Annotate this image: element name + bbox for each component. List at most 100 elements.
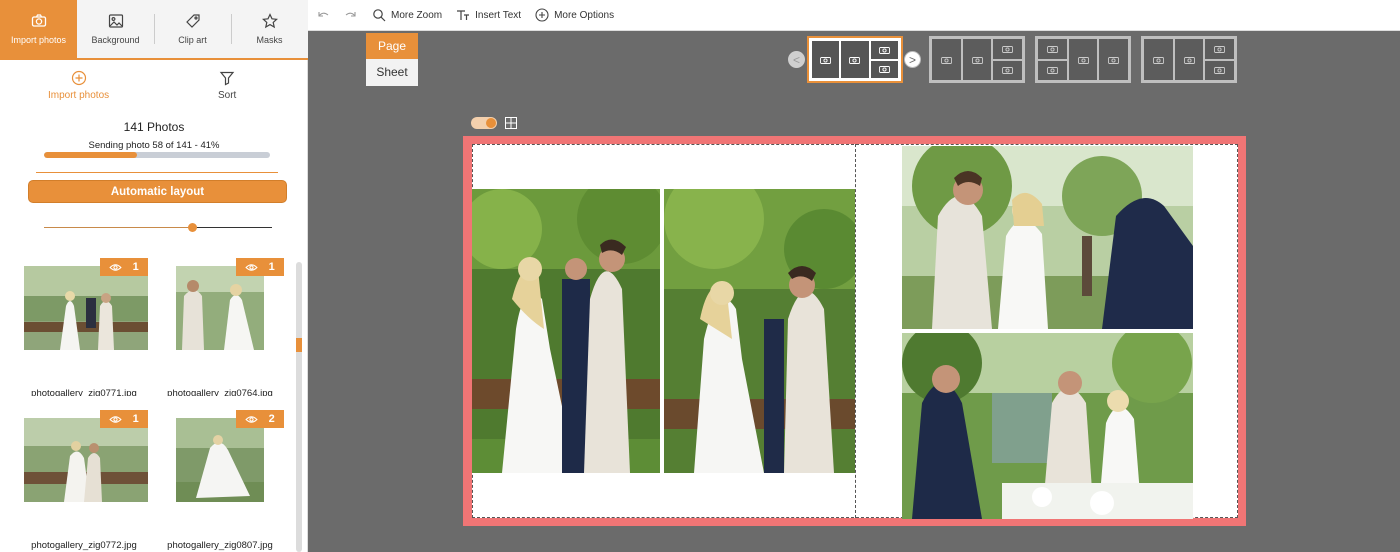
upload-status-text: Sending photo 58 of 141 - 41% <box>88 140 220 151</box>
layout-slot <box>1099 39 1129 80</box>
spread-photo[interactable] <box>664 189 855 473</box>
thumbnail-scrollbar[interactable] <box>296 262 302 552</box>
spread-thumbnail-active[interactable] <box>807 36 903 83</box>
spread-navigator: < > <box>786 34 1246 84</box>
layout-slot <box>993 60 1023 80</box>
spread-fold-line <box>855 144 856 518</box>
spread-photo[interactable] <box>902 146 1193 329</box>
insert-text-button[interactable]: Insert Text <box>456 8 521 22</box>
divider <box>36 172 278 173</box>
layout-slider-handle[interactable] <box>187 223 197 232</box>
insert-text-label: Insert Text <box>475 9 522 21</box>
automatic-layout-button[interactable]: Automatic layout <box>28 180 287 203</box>
star-icon <box>261 13 278 29</box>
layout-slot <box>962 39 992 80</box>
import-photos-button[interactable]: Import photos <box>48 70 109 101</box>
tab-clip-art[interactable]: Clip art <box>154 0 231 58</box>
photo-thumbnail[interactable]: 1 photogallery_zig0764.jpg <box>156 244 284 399</box>
magnifier-icon <box>373 9 386 22</box>
camera-icon <box>31 14 46 27</box>
layout-slot <box>870 41 898 59</box>
tab-import-photos[interactable]: Import photos <box>0 0 77 58</box>
next-spread-button[interactable]: > <box>904 51 921 68</box>
usage-badge: 2 <box>236 410 284 428</box>
undo-icon <box>318 12 329 17</box>
camera-icon <box>1077 56 1089 64</box>
camera-icon <box>1046 45 1058 53</box>
layout-slot <box>1205 60 1235 80</box>
spread-photo[interactable] <box>902 333 1193 519</box>
left-panel: Import photos Background Clip art Masks … <box>0 0 308 552</box>
redo-button[interactable] <box>344 8 358 22</box>
photo-actions: Import photos Sort <box>0 70 308 110</box>
panel-tabs: Import photos Background Clip art Masks <box>0 0 308 60</box>
photo-thumbnail[interactable]: 1 photogallery_zig0772.jpg <box>20 396 148 551</box>
layout-slot-column <box>1205 39 1235 80</box>
import-photos-label: Import photos <box>48 90 110 101</box>
tab-background[interactable]: Background <box>77 0 154 58</box>
usage-count: 1 <box>268 261 275 273</box>
camera-icon <box>878 66 890 74</box>
undo-button[interactable] <box>316 8 330 22</box>
scrollbar-thumb[interactable] <box>296 338 302 352</box>
guides-toggle[interactable] <box>471 117 497 129</box>
layout-slot <box>841 41 869 78</box>
usage-count: 1 <box>132 261 139 273</box>
thumbnail-filename: photogallery_zig0772.jpg <box>31 540 137 551</box>
upload-progress-fill <box>44 152 137 158</box>
previous-spread-button[interactable]: < <box>788 51 805 68</box>
usage-count: 2 <box>268 413 275 425</box>
tab-masks[interactable]: Masks <box>231 0 308 58</box>
album-spread <box>463 136 1246 526</box>
thumbnail-image <box>24 266 148 350</box>
layout-slot <box>870 60 898 78</box>
plus-circle-icon <box>535 8 549 22</box>
photo-thumbnail-list: 1 photogallery_zig0771.jpg 1 photogaller… <box>18 244 290 552</box>
spread-thumbnail[interactable] <box>1035 36 1131 83</box>
more-options-button[interactable]: More Options <box>535 8 614 22</box>
layout-slider-track-remaining[interactable] <box>192 227 272 228</box>
camera-icon <box>820 56 832 64</box>
photo-thumbnail[interactable]: 2 photogallery_zig0807.jpg <box>156 396 284 551</box>
editor-toolbar: More Zoom Insert Text More Options <box>308 0 1400 31</box>
text-icon <box>457 10 470 20</box>
usage-badge: 1 <box>100 258 148 276</box>
camera-icon <box>940 56 952 64</box>
sort-button[interactable]: Sort <box>218 70 236 101</box>
layout-slot-column <box>1038 39 1067 80</box>
eye-icon <box>109 263 122 271</box>
camera-icon <box>1002 67 1014 75</box>
layout-slot <box>1205 39 1235 59</box>
sheet-view-button[interactable]: Sheet <box>366 59 418 86</box>
layout-slot <box>1038 39 1067 59</box>
photo-thumbnail[interactable]: 1 photogallery_zig0771.jpg <box>20 244 148 399</box>
more-zoom-button[interactable]: More Zoom <box>372 8 442 22</box>
spread-photo[interactable] <box>472 189 660 473</box>
layout-slot <box>812 41 840 78</box>
layout-slot <box>1038 60 1067 80</box>
camera-icon <box>1152 56 1164 64</box>
funnel-icon <box>219 71 235 86</box>
grid-icon[interactable] <box>505 117 517 129</box>
thumbnail-filename: photogallery_zig0807.jpg <box>167 540 273 551</box>
camera-icon <box>1214 67 1226 75</box>
layout-slot-column <box>870 41 898 78</box>
spread-thumbnail[interactable] <box>929 36 1025 83</box>
layout-slot <box>1144 39 1173 80</box>
spread-thumbnail[interactable] <box>1141 36 1237 83</box>
camera-icon <box>1002 45 1014 53</box>
usage-badge: 1 <box>100 410 148 428</box>
usage-count: 1 <box>132 413 139 425</box>
page-view-button[interactable]: Page <box>366 33 418 59</box>
camera-icon <box>1108 56 1120 64</box>
photo-count: 141 Photos <box>123 120 185 134</box>
usage-badge: 1 <box>236 258 284 276</box>
camera-icon <box>849 56 861 64</box>
layout-slot-column <box>993 39 1023 80</box>
tab-label: Background <box>91 35 140 45</box>
view-mode-toggle: Page Sheet <box>366 33 418 86</box>
camera-icon <box>878 46 890 54</box>
canvas-controls <box>471 117 517 129</box>
tab-label: Import photos <box>10 35 67 45</box>
upload-progress-bar <box>44 152 270 158</box>
